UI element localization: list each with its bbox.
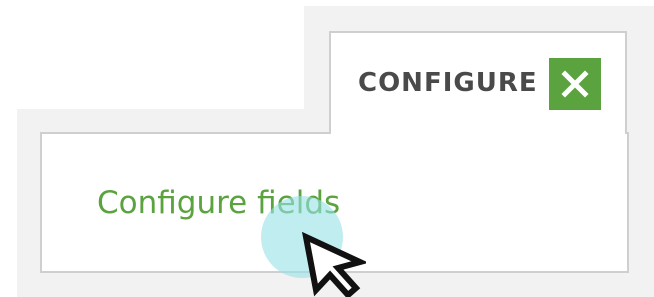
configure-panel-stage: CONFIGURE Configure fields — [0, 0, 654, 297]
close-button[interactable] — [549, 58, 601, 110]
close-icon — [561, 70, 589, 98]
arrow-cursor-icon — [302, 232, 366, 297]
panel-title: CONFIGURE — [358, 68, 538, 98]
panel-seam — [331, 132, 625, 136]
